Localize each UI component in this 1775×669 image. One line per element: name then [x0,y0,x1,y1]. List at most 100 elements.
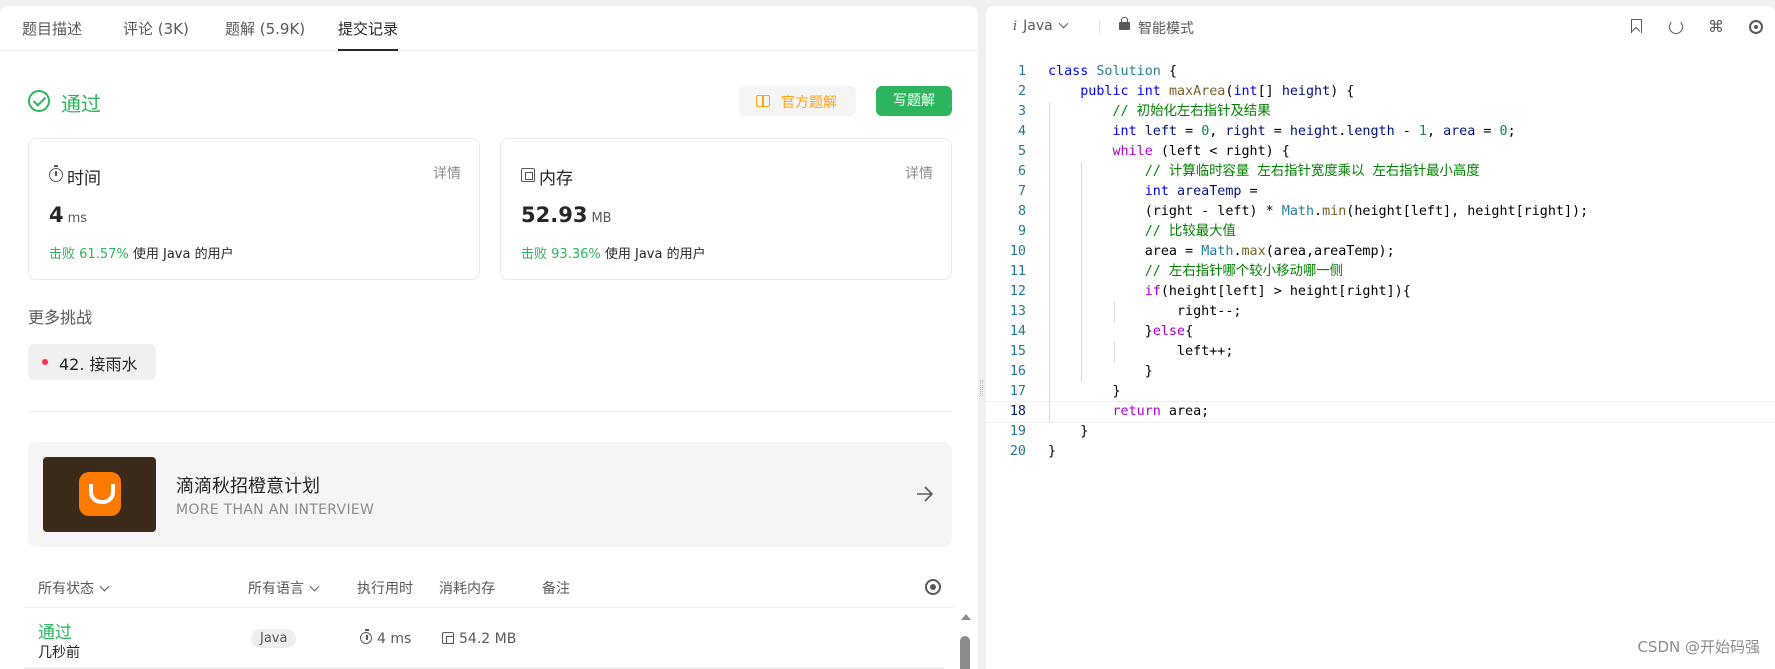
banner-subtitle: MORE THAN AN INTERVIEW [176,502,375,518]
result-status: 通过 [61,92,101,116]
code-line[interactable]: 20} [986,442,1775,462]
code-text: while (left < right) { [1112,144,1290,159]
language-filter[interactable]: 所有语言 [248,578,320,598]
code-line[interactable]: 14 }else{ [986,322,1775,342]
banner-title: 滴滴秋招橙意计划 [176,476,320,497]
chip-icon [442,632,454,644]
code-text: // 比较最大值 [1144,224,1236,239]
runtime-card: 时间 详情 4 ms 击败 61.57% 使用 Java 的用户 [28,138,480,280]
line-number: 10 [1009,244,1026,259]
scroll-thumb[interactable] [960,636,970,669]
banner-logo [43,457,156,532]
line-number: 7 [1017,184,1026,199]
challenge-link[interactable]: 42. 接雨水 [28,344,156,380]
runtime-beat-suffix: 使用 Java 的用户 [132,247,234,262]
arrow-right-icon[interactable] [916,486,934,502]
code-line[interactable]: 19 } [986,422,1775,442]
status-filter[interactable]: 所有状态 [38,578,110,598]
bookmark-icon[interactable] [1627,18,1645,36]
write-solution-button[interactable]: 写题解 [876,86,952,116]
smart-mode-toggle[interactable]: 智能模式 [1138,18,1194,38]
line-number: 13 [1009,304,1026,319]
editor-toolbar: i Java 智能模式 ⌘ [986,6,1775,46]
panel-resize-handle[interactable] [980,380,983,396]
gear-icon[interactable] [925,579,941,595]
code-text: int areaTemp = [1144,184,1258,199]
code-line[interactable]: 5 while (left < right) { [986,142,1775,162]
memory-beat: 击败 93.36% 使用 Java 的用户 [521,243,706,262]
line-number: 3 [1017,104,1026,119]
code-line[interactable]: 11 // 左右指针哪个较小移动哪一侧 [986,262,1775,282]
scroll-up-icon[interactable] [961,614,971,620]
line-number: 5 [1017,144,1026,159]
code-line[interactable]: 4 int left = 0, right = height.length - … [986,122,1775,142]
info-icon: i [1013,19,1018,34]
memory-beat-suffix: 使用 Java 的用户 [604,247,706,262]
memory-unit: MB [591,211,612,226]
line-number: 4 [1017,124,1026,139]
official-solution-label: 官方题解 [781,95,837,111]
code-line[interactable]: 9 // 比较最大值 [986,222,1775,242]
language-select[interactable]: i Java [1013,18,1069,34]
code-text: left++; [1048,344,1234,359]
code-line[interactable]: 7 int areaTemp = [986,182,1775,202]
memory-header: 消耗内存 [439,581,495,597]
submission-runtime: 4 ms [360,629,411,647]
code-line[interactable]: 18 return area; [986,401,1775,423]
tab-bar: 题目描述 评论 (3K) 题解 (5.9K) 提交记录 [0,6,978,51]
divider [28,411,952,412]
tab-submissions[interactable]: 提交记录 [338,18,398,39]
code-line[interactable]: 2 public int maxArea(int[] height) { [986,82,1775,102]
code-line[interactable]: 17 } [986,382,1775,402]
chevron-down-icon [309,581,320,592]
code-area[interactable]: 1 class Solution {2 public int maxArea(in… [986,62,1775,462]
line-number: 14 [1009,324,1026,339]
official-solution-button[interactable]: 官方题解 [739,86,856,116]
shortcut-icon[interactable]: ⌘ [1707,18,1725,36]
reset-icon[interactable] [1667,18,1685,36]
table-row[interactable]: 通过 几秒前 Java 4 ms 54.2 MB [24,616,954,666]
scrollbar[interactable] [958,606,972,669]
check-circle-icon [28,90,50,112]
code-text: // 初始化左右指针及结果 [1112,104,1271,119]
code-editor-panel: i Java 智能模式 ⌘ 1 class Solution {2 public i… [986,6,1775,669]
line-number: 2 [1017,84,1026,99]
memory-beat-pct: 93.36% [551,247,601,262]
timer-icon [49,165,63,182]
code-line[interactable]: 15 left++; [986,342,1775,362]
line-number: 9 [1017,224,1026,239]
tab-comments[interactable]: 评论 (3K) [123,18,189,39]
runtime-beat-pct: 61.57% [79,247,129,262]
promo-banner[interactable]: 滴滴秋招橙意计划 MORE THAN AN INTERVIEW [28,442,952,547]
code-line[interactable]: 8 (right - left) * Math.min(height[left]… [986,202,1775,222]
memory-value-block: 52.93 MB [521,203,612,227]
runtime-detail-link[interactable]: 详情 [433,163,461,183]
code-line[interactable]: 16 } [986,362,1775,382]
memory-value: 52.93 [521,203,588,227]
submission-memory: 54.2 MB [442,631,516,647]
code-line[interactable]: 6 // 计算临时容量 左右指针宽度乘以 左右指针最小高度 [986,162,1775,182]
code-line[interactable]: 1 class Solution { [986,62,1775,82]
code-line[interactable]: 12 if(height[left] > height[right]){ [986,282,1775,302]
code-text: int left = 0, right = height.length - 1,… [1112,124,1516,139]
submission-status[interactable]: 通过 [38,618,72,643]
code-text: // 左右指针哪个较小移动哪一侧 [1144,264,1344,279]
code-text: }else{ [1048,324,1194,339]
line-number: 12 [1009,284,1026,299]
line-number: 17 [1009,384,1026,399]
code-line[interactable]: 10 area = Math.max(area,areaTemp); [986,242,1775,262]
settings-icon[interactable] [1747,18,1765,36]
result-header: 通过 官方题解 写题解 [28,84,952,122]
memory-detail-link[interactable]: 详情 [905,163,933,183]
code-line[interactable]: 3 // 初始化左右指针及结果 [986,102,1775,122]
code-text: area = Math.max(area,areaTemp); [1048,244,1395,259]
code-text: } [1048,444,1057,459]
line-number: 16 [1009,364,1026,379]
code-line[interactable]: 13 right--; [986,302,1775,322]
more-challenges-title: 更多挑战 [28,308,93,327]
memory-card: 内存 详情 52.93 MB 击败 93.36% 使用 Java 的用户 [500,138,952,280]
tab-solutions[interactable]: 题解 (5.9K) [225,18,305,39]
tab-description[interactable]: 题目描述 [22,18,82,39]
submission-language: Java [251,629,297,648]
left-panel: 题目描述 评论 (3K) 题解 (5.9K) 提交记录 通过 官方题解 写题解 … [0,6,978,669]
